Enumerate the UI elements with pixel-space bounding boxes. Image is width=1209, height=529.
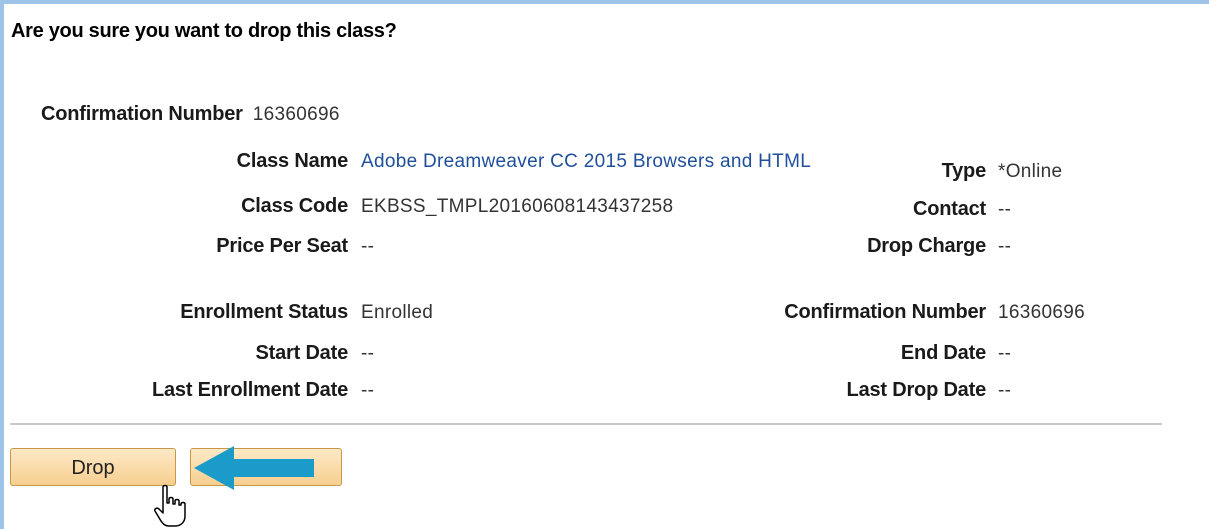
confirmation-number-value: 16360696 — [998, 302, 1085, 323]
class-code-value: EKBSS_TMPL20160608143437258 — [361, 196, 674, 217]
enrollment-status-label: Enrollment Status — [180, 301, 348, 323]
class-name-label: Class Name — [236, 150, 349, 172]
confirmation-value: 16360696 — [252, 104, 340, 125]
end-date-value: -- — [998, 343, 1012, 364]
start-date-value: -- — [361, 343, 375, 364]
drop-charge-value: -- — [998, 236, 1012, 257]
hand-pointer-icon — [154, 484, 186, 527]
class-code-label: Class Code — [241, 195, 348, 217]
confirmation-summary: Confirmation Number 16360696 — [41, 103, 340, 126]
contact-label: Contact — [912, 198, 986, 220]
left-arrow-icon — [194, 446, 314, 490]
drop-button[interactable]: Drop — [10, 448, 176, 486]
price-label: Price Per Seat — [216, 235, 348, 257]
window-frame-left — [0, 0, 4, 529]
last-drop-value: -- — [998, 380, 1012, 401]
last-enrollment-label: Last Enrollment Date — [151, 379, 348, 401]
type-label: Type — [941, 160, 987, 182]
class-name-link[interactable]: Adobe Dreamweaver CC 2015 Browsers and H… — [361, 151, 811, 173]
drop-charge-label: Drop Charge — [867, 235, 986, 257]
type-value: *Online — [998, 161, 1063, 182]
start-date-label: Start Date — [255, 342, 349, 364]
end-date-label: End Date — [900, 342, 986, 364]
contact-value: -- — [998, 199, 1012, 220]
window-frame-top — [0, 0, 1209, 4]
confirmation-number-label: Confirmation Number — [784, 301, 986, 323]
dialog-heading: Are you sure you want to drop this class… — [11, 20, 397, 42]
enrollment-status-value: Enrolled — [361, 302, 434, 323]
last-enrollment-value: -- — [361, 380, 375, 401]
price-value: -- — [361, 236, 375, 257]
confirmation-label: Confirmation Number — [41, 103, 243, 125]
divider — [10, 423, 1162, 425]
last-drop-label: Last Drop Date — [846, 379, 987, 401]
